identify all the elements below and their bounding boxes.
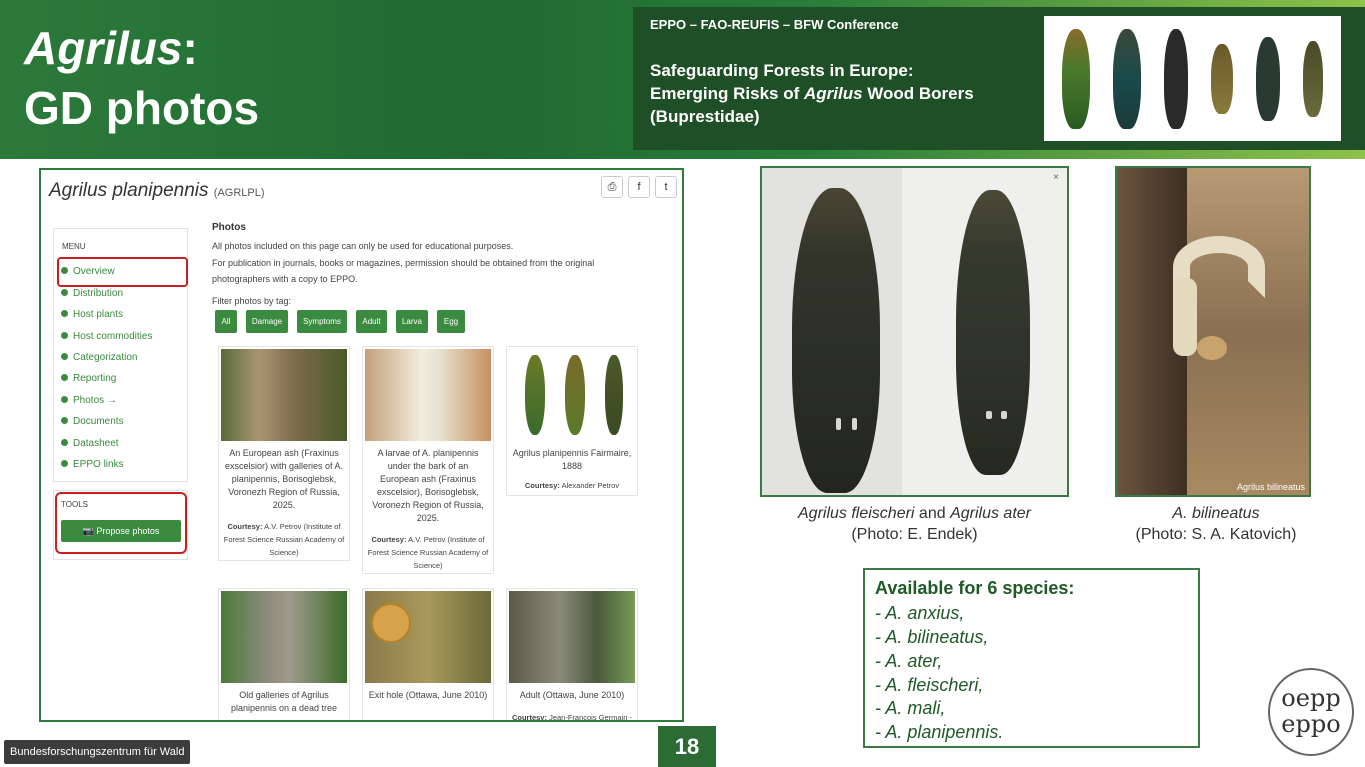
conference-title: Safeguarding Forests in Europe: Emerging…: [650, 59, 974, 128]
photo1-caption: Agrilus fleischeri and Agrilus ater (Pho…: [760, 503, 1069, 545]
photo-card[interactable]: A larvae of A. planipennis under the bar…: [362, 346, 494, 574]
menu-item-documents[interactable]: Documents: [61, 416, 124, 427]
old-galleries-photo: [221, 591, 347, 683]
slide-header: Agrilus: GD photos EPPO – FAO-REUFIS – B…: [0, 0, 1365, 159]
fleischeri-specimen: [792, 188, 880, 493]
available-item: - A. ater,: [875, 651, 943, 671]
eppo-logo: oepp eppo: [1268, 668, 1354, 756]
photos-text-3: photographers with a copy to EPPO.: [212, 274, 358, 284]
card-caption: Exit hole (Ottawa, June 2010): [368, 690, 488, 700]
species-code: (AGRLPL): [213, 187, 265, 199]
card-caption: Agrilus planipennis Fairmaire, 1888: [512, 448, 632, 471]
slide-title: Agrilus: GD photos: [24, 18, 259, 138]
menu-item-datasheet[interactable]: Datasheet: [61, 438, 119, 449]
close-icon: ×: [1053, 172, 1059, 183]
photo1-caption-species2: Agrilus ater: [950, 505, 1031, 522]
adult-specimens-photo: [509, 349, 635, 441]
agrilus-bilineatus-photo: Agrilus bilineatus: [1115, 166, 1311, 497]
available-item: - A. mali,: [875, 698, 946, 718]
twitter-icon[interactable]: t: [655, 176, 677, 198]
photo2-credit: (Photo: S. A. Katovich): [1135, 526, 1297, 543]
photo2-watermark: Agrilus bilineatus: [1236, 482, 1305, 492]
photo-card[interactable]: Old galleries of Agrilus planipennis on …: [218, 588, 350, 720]
larva-photo: [365, 349, 491, 441]
title-genus: Agrilus: [24, 22, 183, 74]
tag-egg[interactable]: Egg: [437, 310, 465, 333]
tag-all[interactable]: All: [215, 310, 237, 333]
available-item: - A. fleischeri,: [875, 675, 984, 695]
larva-tail: [1173, 278, 1197, 356]
available-item: - A. bilineatus,: [875, 627, 989, 647]
tag-larva[interactable]: Larva: [396, 310, 428, 333]
card-courtesy: Courtesy: Jean-François Germain -: [511, 713, 633, 722]
tools-highlight: [55, 492, 187, 554]
menu-item-categorization[interactable]: Categorization: [61, 352, 137, 363]
photo-card[interactable]: Adult (Ottawa, June 2010) Courtesy: Jean…: [506, 588, 638, 722]
card-courtesy: Courtesy: A.V. Petrov (Institute of Fore…: [367, 535, 489, 570]
menu-item-host-plants[interactable]: Host plants: [61, 309, 123, 320]
logo-line2: eppo: [1281, 710, 1341, 738]
filter-label: Filter photos by tag:: [212, 296, 292, 306]
menu-item-distribution[interactable]: Distribution: [61, 288, 123, 299]
conference-title-line1: Safeguarding Forests in Europe:: [650, 61, 914, 80]
card-caption: Old galleries of Agrilus planipennis on …: [230, 690, 338, 713]
larva-head: [1197, 336, 1227, 360]
overview-highlight: [57, 257, 188, 287]
species-name: Agrilus planipennis: [49, 180, 209, 201]
facebook-icon[interactable]: f: [628, 176, 650, 198]
title-line2: GD photos: [24, 82, 260, 134]
logo-line1: oepp: [1281, 684, 1341, 712]
conference-title-line2-em: Agrilus: [803, 84, 863, 103]
tag-adult[interactable]: Adult: [356, 310, 387, 333]
card-courtesy: Courtesy: A.V. Petrov (Institute of Fore…: [223, 522, 345, 557]
card-caption: A larvae of A. planipennis under the bar…: [372, 448, 484, 523]
photos-text-1: All photos included on this page can onl…: [212, 241, 514, 251]
available-heading: Available for 6 species:: [875, 578, 1075, 598]
species-title: Agrilus planipennis (AGRLPL): [49, 180, 265, 202]
menu-item-eppo-links[interactable]: EPPO links: [61, 459, 124, 470]
print-icon[interactable]: ⎙: [601, 176, 623, 198]
photo1-credit: (Photo: E. Endek): [851, 526, 978, 543]
available-item: - A. planipennis.: [875, 722, 1004, 742]
beetle-species-image: [1044, 16, 1341, 141]
tag-symptoms[interactable]: Symptoms: [297, 310, 347, 333]
ater-specimen: [956, 190, 1030, 475]
adult-ottawa-photo: [509, 591, 635, 683]
photos-heading: Photos: [212, 222, 246, 233]
conference-title-line3: (Buprestidae): [650, 107, 760, 126]
card-caption: An European ash (Fraxinus exscelsior) wi…: [224, 448, 344, 510]
photos-text-2: For publication in journals, books or ma…: [212, 258, 595, 268]
gd-website-screenshot: Agrilus planipennis (AGRLPL) ⎙ f t MENU …: [39, 168, 684, 722]
photo2-caption: A. bilineatus (Photo: S. A. Katovich): [1115, 503, 1317, 545]
menu-item-photos[interactable]: Photos →: [61, 395, 117, 406]
page-number: 18: [658, 726, 716, 767]
menu-label: MENU: [62, 242, 86, 251]
conference-banner: EPPO – FAO-REUFIS – BFW Conference Safeg…: [633, 7, 1365, 150]
conference-title-line2-post: Wood Borers: [862, 84, 974, 103]
exit-hole-photo: [365, 591, 491, 683]
title-colon: :: [182, 22, 198, 74]
photo-card[interactable]: Agrilus planipennis Fairmaire, 1888 Cour…: [506, 346, 638, 496]
conference-title-line2-pre: Emerging Risks of: [650, 84, 804, 103]
menu-item-host-commodities[interactable]: Host commodities: [61, 331, 152, 342]
tag-damage[interactable]: Damage: [246, 310, 288, 333]
photo-card[interactable]: An European ash (Fraxinus exscelsior) wi…: [218, 346, 350, 561]
photo2-caption-species: A. bilineatus: [1172, 505, 1260, 522]
agrilus-fleischeri-ater-photo: ×: [760, 166, 1069, 497]
conference-name: EPPO – FAO-REUFIS – BFW Conference: [650, 17, 899, 32]
photo1-caption-species1: Agrilus fleischeri: [798, 505, 915, 522]
participant-name-label: Bundesforschungszentrum für Wald: [4, 740, 191, 764]
card-courtesy: Courtesy: Alexander Petrov: [524, 481, 620, 490]
photo-card[interactable]: Exit hole (Ottawa, June 2010): [362, 588, 494, 720]
menu-item-reporting[interactable]: Reporting: [61, 373, 116, 384]
available-species-box: Available for 6 species: - A. anxius, - …: [863, 568, 1200, 748]
photo1-caption-and: and: [914, 505, 951, 522]
ash-galleries-photo: [221, 349, 347, 441]
card-caption: Adult (Ottawa, June 2010): [519, 690, 625, 700]
available-item: - A. anxius,: [875, 603, 965, 623]
